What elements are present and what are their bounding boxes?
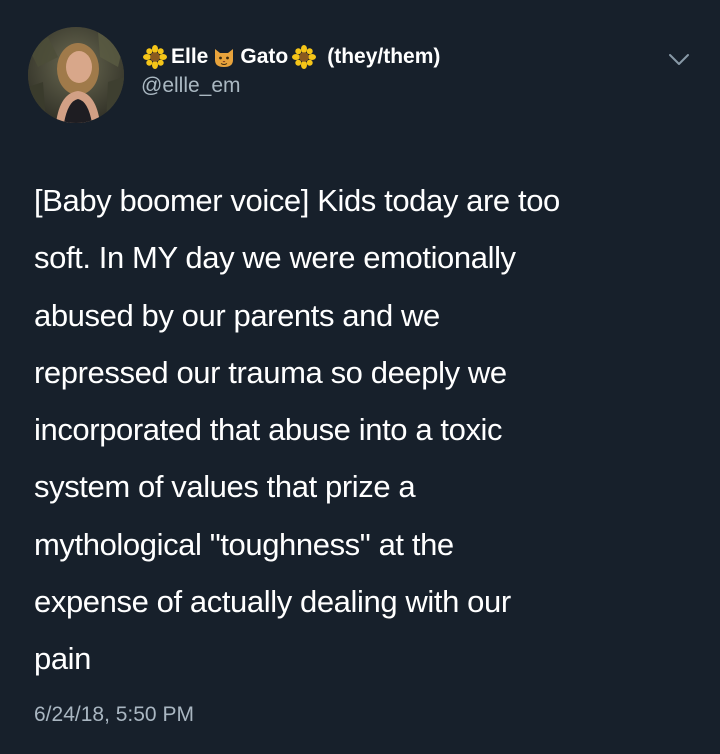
- tweet-card: Elle Gato (they/them) @ellle_em [Baby bo…: [0, 0, 720, 754]
- tweet-text-line: incorporated that abuse into a toxic: [34, 412, 503, 448]
- tweet-text-line: pain: [34, 641, 92, 677]
- cat-face-icon: [215, 49, 234, 67]
- tweet-text-line: repressed our trauma so deeply we: [34, 354, 507, 390]
- tweet-text-line: expense of actually dealing with our: [34, 584, 511, 620]
- author-handle[interactable]: @ellle_em: [141, 74, 241, 98]
- author-name[interactable]: Elle Gato (they/them): [141, 40, 442, 74]
- author-pronouns: (they/them): [327, 45, 441, 68]
- tweet-timestamp[interactable]: 6/24/18, 5:50 PM: [34, 703, 194, 727]
- tweet-text-line: mythological "toughness" at the: [34, 526, 454, 562]
- tweet-text: [Baby boomer voice] Kids today are too s…: [34, 172, 694, 688]
- author-first-name: Elle: [171, 45, 209, 68]
- tweet-text-line: [Baby boomer voice] Kids today are too: [34, 183, 560, 218]
- tweet-text-line: system of values that prize a: [34, 469, 416, 505]
- tweet-text-line: soft. In MY day we were emotionally: [34, 240, 516, 276]
- author-last-name: Gato: [240, 45, 289, 68]
- sunflower-icon: [143, 45, 167, 69]
- avatar[interactable]: [28, 27, 124, 123]
- avatar-photo: [28, 27, 124, 123]
- tweet-text-line: abused by our parents and we: [34, 297, 440, 333]
- sunflower-icon: [292, 45, 317, 69]
- chevron-down-icon[interactable]: [668, 52, 690, 68]
